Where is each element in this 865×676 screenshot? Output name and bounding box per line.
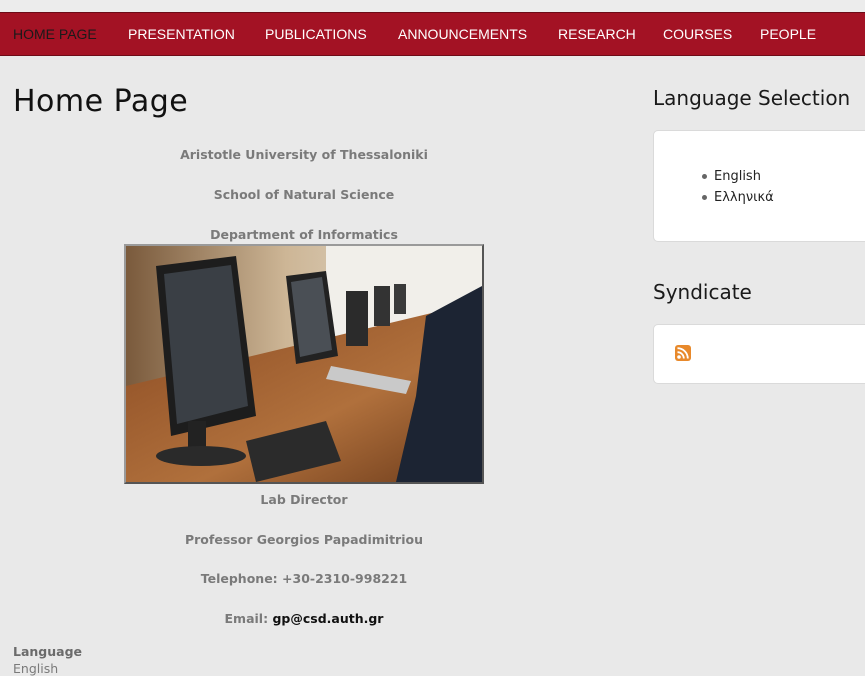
rss-feed-icon[interactable]: [675, 345, 691, 361]
nav-people[interactable]: People: [760, 13, 816, 55]
nav-home-page[interactable]: Home Page: [13, 13, 97, 55]
email-label: Email:: [224, 611, 269, 626]
language-label: Ελληνικά: [714, 190, 774, 205]
top-strip: [0, 0, 865, 12]
school-name: School of Natural Science: [213, 187, 395, 202]
language-option-greek[interactable]: Ελληνικά: [702, 187, 774, 208]
nav-presentation[interactable]: Presentation: [128, 13, 235, 55]
syndicate-box: [653, 324, 865, 384]
bullet-icon: [702, 195, 707, 200]
university-name: Aristotle University of Thessaloniki: [180, 147, 428, 162]
language-selection-title: Language Selection: [653, 86, 851, 110]
nav-announcements[interactable]: Announcements: [398, 13, 527, 55]
department-name: Department of Informatics: [210, 227, 398, 242]
language-label: English: [714, 169, 761, 184]
syndicate-title: Syndicate: [653, 280, 752, 304]
computer-lab-image: [124, 244, 484, 484]
nav-publications[interactable]: Publications: [265, 13, 367, 55]
language-option-english[interactable]: English: [702, 166, 774, 187]
language-list: English Ελληνικά: [702, 166, 774, 208]
bullet-icon: [702, 174, 707, 179]
page-title: Home Page: [13, 84, 189, 119]
director-name: Professor Georgios Papadimitriou: [184, 532, 423, 547]
nav-courses[interactable]: Courses: [663, 13, 732, 55]
main-navigation: Home Page Presentation Publications Anno…: [0, 12, 865, 56]
language-selection-box: English Ελληνικά: [653, 130, 865, 242]
lab-director-label: Lab Director: [260, 492, 348, 507]
telephone: Telephone: +30-2310-998221: [200, 571, 408, 586]
email-link[interactable]: gp@csd.auth.gr: [272, 611, 383, 626]
footer-language-heading: Language: [13, 644, 83, 659]
nav-research[interactable]: Research: [558, 13, 636, 55]
email-row: Email: gp@csd.auth.gr: [0, 611, 608, 626]
